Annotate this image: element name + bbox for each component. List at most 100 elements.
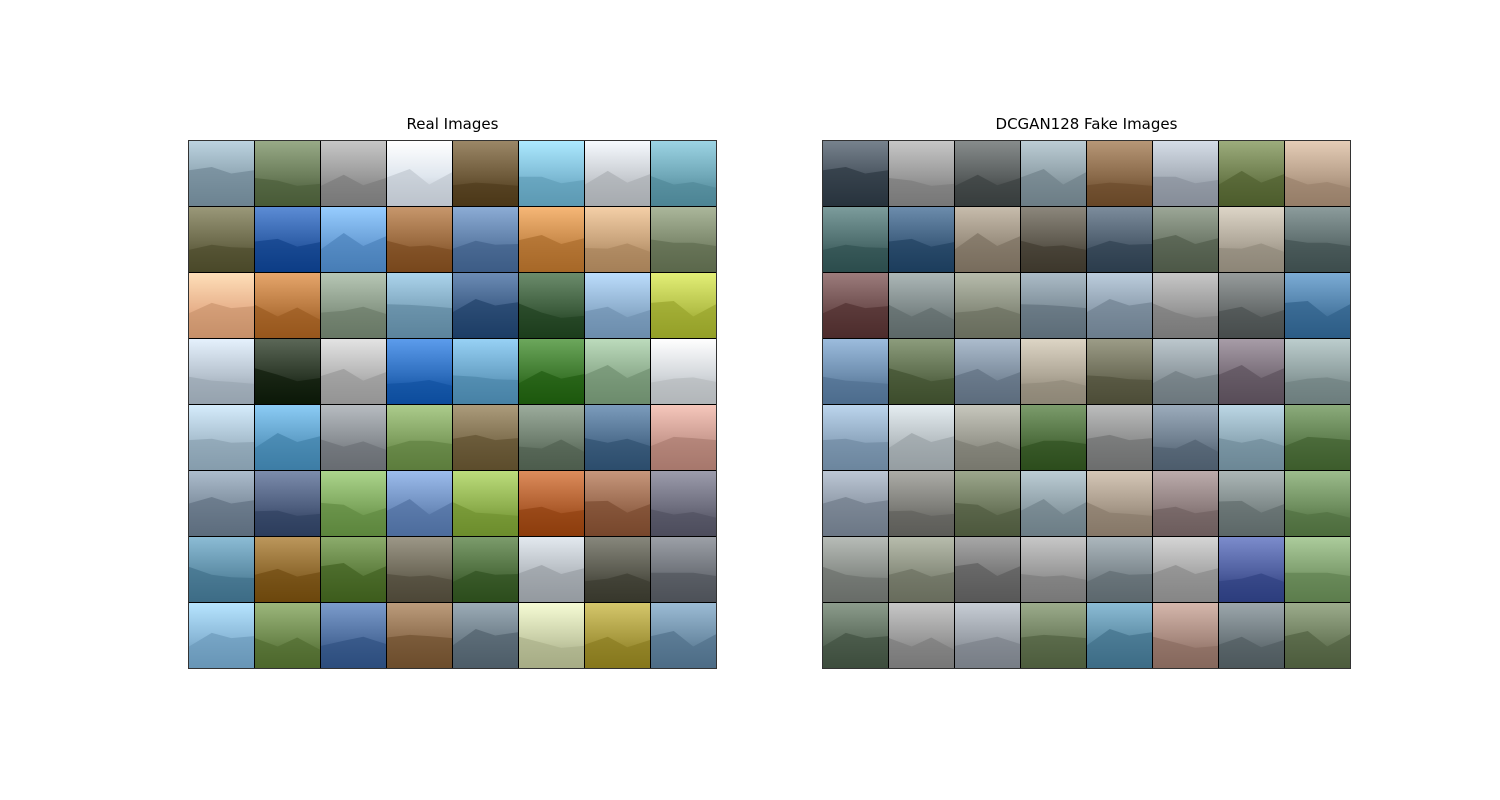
fake-image-thumbnail [1021, 141, 1086, 206]
fake-image-thumbnail [1087, 141, 1152, 206]
fake-image-thumbnail [1219, 141, 1284, 206]
fake-image-thumbnail [1153, 207, 1218, 272]
fake-image-thumbnail [1285, 603, 1350, 668]
real-image-thumbnail [519, 339, 584, 404]
real-image-thumbnail [255, 207, 320, 272]
fake-image-thumbnail [1087, 405, 1152, 470]
real-image-thumbnail [189, 339, 254, 404]
fake-image-thumbnail [823, 537, 888, 602]
fake-image-thumbnail [1021, 603, 1086, 668]
fake-image-thumbnail [889, 339, 954, 404]
real-image-thumbnail [519, 141, 584, 206]
real-image-thumbnail [321, 537, 386, 602]
fake-image-thumbnail [1021, 537, 1086, 602]
real-images-grid [188, 140, 717, 669]
fake-image-thumbnail [1285, 141, 1350, 206]
real-image-thumbnail [651, 207, 716, 272]
real-image-thumbnail [387, 339, 452, 404]
fake-image-thumbnail [955, 339, 1020, 404]
real-image-thumbnail [321, 273, 386, 338]
real-image-thumbnail [321, 471, 386, 536]
real-image-thumbnail [585, 141, 650, 206]
fake-image-thumbnail [1285, 273, 1350, 338]
fake-image-thumbnail [1087, 273, 1152, 338]
real-image-thumbnail [519, 207, 584, 272]
fake-image-thumbnail [1285, 537, 1350, 602]
real-image-thumbnail [255, 471, 320, 536]
fake-image-thumbnail [823, 141, 888, 206]
fake-image-thumbnail [1153, 603, 1218, 668]
fake-image-thumbnail [823, 339, 888, 404]
real-image-thumbnail [387, 471, 452, 536]
fake-image-thumbnail [1021, 207, 1086, 272]
real-image-thumbnail [585, 405, 650, 470]
real-image-thumbnail [585, 339, 650, 404]
fake-image-thumbnail [1021, 273, 1086, 338]
fake-image-thumbnail [1021, 405, 1086, 470]
real-image-thumbnail [255, 339, 320, 404]
fake-image-thumbnail [955, 405, 1020, 470]
fake-image-thumbnail [823, 207, 888, 272]
real-image-thumbnail [453, 405, 518, 470]
real-image-thumbnail [651, 603, 716, 668]
fake-image-thumbnail [889, 273, 954, 338]
real-image-thumbnail [387, 405, 452, 470]
real-image-thumbnail [585, 537, 650, 602]
real-image-thumbnail [321, 339, 386, 404]
real-image-thumbnail [519, 537, 584, 602]
fake-image-thumbnail [1021, 339, 1086, 404]
fake-image-thumbnail [823, 471, 888, 536]
fake-image-thumbnail [955, 141, 1020, 206]
fake-image-thumbnail [955, 207, 1020, 272]
real-image-thumbnail [321, 603, 386, 668]
fake-images-grid [822, 140, 1351, 669]
real-image-thumbnail [189, 471, 254, 536]
real-image-thumbnail [387, 537, 452, 602]
real-image-thumbnail [189, 273, 254, 338]
fake-image-thumbnail [889, 207, 954, 272]
fake-image-thumbnail [1087, 339, 1152, 404]
real-image-thumbnail [387, 207, 452, 272]
fake-image-thumbnail [1285, 207, 1350, 272]
fake-image-thumbnail [1153, 405, 1218, 470]
fake-image-thumbnail [889, 405, 954, 470]
real-image-thumbnail [453, 603, 518, 668]
real-image-thumbnail [453, 273, 518, 338]
real-image-thumbnail [321, 207, 386, 272]
fake-image-thumbnail [1021, 471, 1086, 536]
fake-image-thumbnail [823, 273, 888, 338]
real-image-thumbnail [651, 471, 716, 536]
real-image-thumbnail [651, 141, 716, 206]
real-image-thumbnail [189, 405, 254, 470]
fake-image-thumbnail [1219, 537, 1284, 602]
real-image-thumbnail [189, 603, 254, 668]
fake-image-thumbnail [1285, 339, 1350, 404]
real-image-thumbnail [453, 141, 518, 206]
real-image-thumbnail [585, 603, 650, 668]
fake-image-thumbnail [1153, 339, 1218, 404]
fake-image-thumbnail [1087, 207, 1152, 272]
real-image-thumbnail [255, 603, 320, 668]
real-image-thumbnail [189, 141, 254, 206]
fake-image-thumbnail [1219, 405, 1284, 470]
real-image-thumbnail [387, 273, 452, 338]
fake-image-thumbnail [955, 537, 1020, 602]
real-image-thumbnail [651, 339, 716, 404]
real-image-thumbnail [519, 273, 584, 338]
real-image-thumbnail [387, 141, 452, 206]
real-image-thumbnail [585, 207, 650, 272]
fake-image-thumbnail [1219, 471, 1284, 536]
real-image-thumbnail [519, 405, 584, 470]
real-image-thumbnail [255, 273, 320, 338]
real-image-thumbnail [255, 141, 320, 206]
fake-image-thumbnail [1087, 537, 1152, 602]
real-image-thumbnail [453, 207, 518, 272]
fake-image-thumbnail [955, 273, 1020, 338]
real-image-thumbnail [585, 273, 650, 338]
fake-image-thumbnail [1153, 537, 1218, 602]
fake-image-thumbnail [889, 603, 954, 668]
real-image-thumbnail [321, 405, 386, 470]
fake-image-thumbnail [1153, 141, 1218, 206]
fake-image-thumbnail [889, 471, 954, 536]
real-image-thumbnail [387, 603, 452, 668]
